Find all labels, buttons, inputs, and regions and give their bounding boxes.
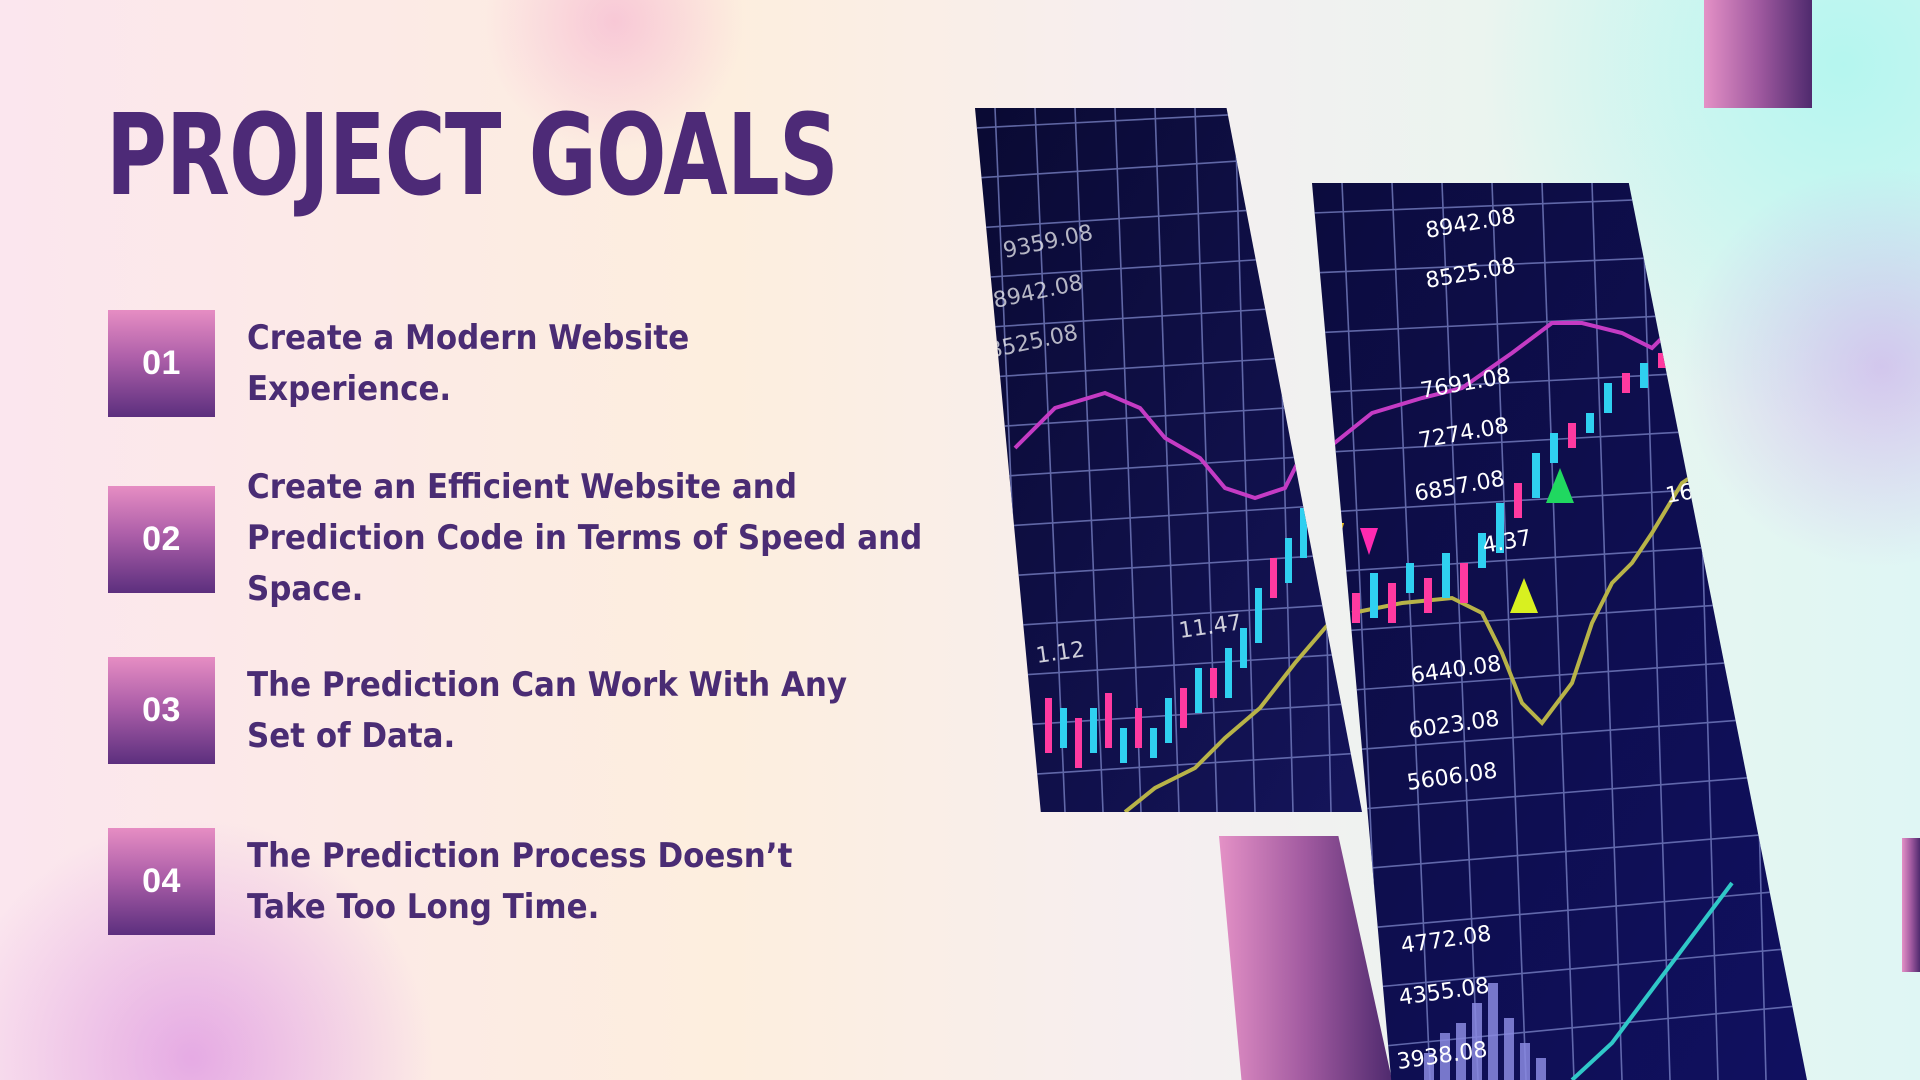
sell-marker [1332, 523, 1344, 545]
goal-text: Create a Modern Website Experience. [247, 313, 689, 415]
goal-text-line: Create an Efficient Website and [247, 467, 797, 507]
stock-chart-photo-right: 8942.08 8525.08 7691.08 7274.08 6857.08 … [1312, 183, 1807, 1080]
stock-chart-illustration-left: 9359.08 8942.08 8525.08 11.47 1.12 [975, 108, 1362, 812]
goal-number: 03 [142, 691, 181, 729]
goal-number-badge: 03 [108, 657, 215, 764]
decorative-gradient-block [1704, 0, 1812, 108]
goal-text-line: Create a Modern Website [247, 318, 690, 358]
goal-text: The Prediction Process Doesn’t Take Too … [247, 831, 792, 933]
goal-number: 01 [142, 344, 181, 382]
goal-number-badge: 04 [108, 828, 215, 935]
page-title: PROJECT GOALS [106, 91, 839, 221]
goal-text-line: Set of Data. [247, 716, 456, 756]
goal-text-line: The Prediction Process Doesn’t [247, 836, 793, 876]
decorative-gradient-edge [1902, 838, 1920, 972]
goal-text-line: Space. [247, 569, 364, 609]
goal-number: 04 [142, 862, 181, 900]
goal-text-line: The Prediction Can Work With Any [247, 665, 848, 705]
stock-chart-photo-left: 9359.08 8942.08 8525.08 11.47 1.12 [975, 108, 1362, 812]
goal-number: 02 [142, 520, 181, 558]
goal-text-line: Prediction Code in Terms of Speed and [247, 518, 923, 558]
goal-number-badge: 01 [108, 310, 215, 417]
goal-text-line: Experience. [247, 369, 452, 409]
goal-text: Create an Efficient Website and Predicti… [247, 462, 922, 615]
goal-text: The Prediction Can Work With Any Set of … [247, 660, 847, 762]
decorative-gradient-slant [1219, 836, 1392, 1080]
goal-text-line: Take Too Long Time. [247, 887, 600, 927]
stock-chart-illustration-right: 8942.08 8525.08 7691.08 7274.08 6857.08 … [1312, 183, 1807, 1080]
goal-number-badge: 02 [108, 486, 215, 593]
chart-background [1312, 183, 1807, 1080]
